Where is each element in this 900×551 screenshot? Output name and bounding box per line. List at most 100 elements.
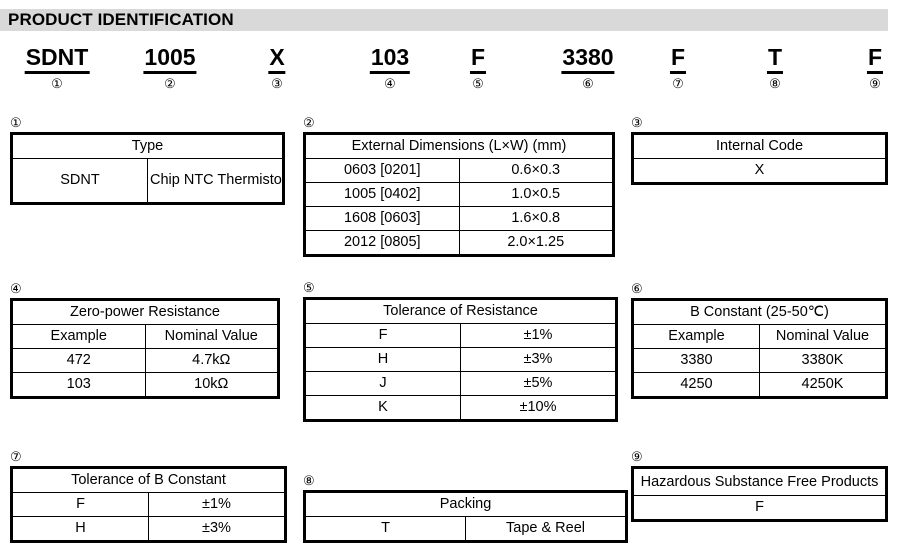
part-number-code: 1005 xyxy=(143,44,197,74)
part-number-index: ② xyxy=(164,76,176,91)
spec-block-tolerance-of-resistance: ⑤ Tolerance of Resistance F ±1% H ±3% J … xyxy=(303,281,618,422)
table-header-cell: Zero-power Resistance xyxy=(11,299,279,325)
column-header-example: Example xyxy=(11,324,146,349)
table-header-cell: Hazardous Substance Free Products xyxy=(632,467,887,496)
part-number-segment-2: 1005 ② xyxy=(143,44,197,92)
row-code: T xyxy=(304,516,466,542)
table-header-row: Tolerance of Resistance xyxy=(304,298,617,324)
row-value: X xyxy=(632,158,887,184)
row-value: F xyxy=(632,495,887,521)
table-row: 1005 [0402] 1.0×0.5 xyxy=(304,182,614,207)
row-value: Tape & Reel xyxy=(465,516,627,542)
row-value: 0.6×0.3 xyxy=(458,158,614,183)
part-number-segment-9: F ⑨ xyxy=(866,44,884,92)
table-row: 3380 3380K xyxy=(632,348,887,373)
page-title: PRODUCT IDENTIFICATION xyxy=(8,10,234,29)
part-number-index: ⑧ xyxy=(769,76,781,91)
row-code: 2012 [0805] xyxy=(304,230,460,256)
row-value: 1.0×0.5 xyxy=(458,182,614,207)
internal-code-table: Internal Code X xyxy=(631,132,888,185)
part-number-code: X xyxy=(268,44,286,74)
row-code: K xyxy=(304,395,461,421)
table-header-row: External Dimensions (L×W) (mm) xyxy=(304,133,614,159)
table-subheader-row: Example Nominal Value xyxy=(632,324,887,349)
row-value: ±5% xyxy=(460,371,617,396)
part-number-code: F xyxy=(866,44,884,74)
row-code: 0603 [0201] xyxy=(304,158,460,183)
tolerance-of-b-constant-table: Tolerance of B Constant F ±1% H ±3% xyxy=(10,466,287,543)
table-row: K ±10% xyxy=(304,395,617,421)
spec-block-zero-power-resistance: ④ Zero-power Resistance Example Nominal … xyxy=(10,282,280,399)
table-row: 1608 [0603] 1.6×0.8 xyxy=(304,206,614,231)
table-row: F ±1% xyxy=(304,323,617,348)
part-number-segment-5: F ⑤ xyxy=(469,44,487,92)
part-number-segment-6: 3380 ⑥ xyxy=(561,44,615,92)
table-row: 4250 4250K xyxy=(632,372,887,398)
block-index: ① xyxy=(10,115,22,130)
block-index: ③ xyxy=(631,115,643,130)
zero-power-resistance-table: Zero-power Resistance Example Nominal Va… xyxy=(10,298,280,399)
table-row: X xyxy=(632,158,887,184)
part-number-breakdown: SDNT ① 1005 ② X ③ 103 ④ F ⑤ 3380 ⑥ F ⑦ T… xyxy=(0,44,900,104)
table-row: T Tape & Reel xyxy=(304,516,627,542)
table-header-row: Zero-power Resistance xyxy=(11,299,279,325)
row-code: 3380 xyxy=(632,348,760,373)
table-header-row: Hazardous Substance Free Products xyxy=(632,467,887,496)
part-number-segment-8: T ⑧ xyxy=(766,44,784,92)
block-index: ⑤ xyxy=(303,280,315,295)
part-number-segment-3: X ③ xyxy=(268,44,286,92)
table-row: F ±1% xyxy=(11,492,286,517)
row-value: 1.6×0.8 xyxy=(458,206,614,231)
row-value: ±1% xyxy=(148,492,286,517)
table-row: 472 4.7kΩ xyxy=(11,348,279,373)
table-row: 103 10kΩ xyxy=(11,372,279,398)
part-number-index: ⑨ xyxy=(869,76,881,91)
table-header-row: Packing xyxy=(304,491,627,517)
row-value: ±3% xyxy=(148,516,286,542)
table-header-row: Internal Code xyxy=(632,133,887,159)
type-table: Type SDNT Chip NTC Thermistor xyxy=(10,132,285,205)
column-header-nominal-value: Nominal Value xyxy=(759,324,887,349)
table-row: 2012 [0805] 2.0×1.25 xyxy=(304,230,614,256)
part-number-segment-1: SDNT ① xyxy=(24,44,90,92)
spec-block-b-constant: ⑥ B Constant (25-50℃) Example Nominal Va… xyxy=(631,282,888,399)
row-value: 2.0×1.25 xyxy=(458,230,614,256)
table-header-row: Tolerance of B Constant xyxy=(11,467,286,493)
external-dimensions-table: External Dimensions (L×W) (mm) 0603 [020… xyxy=(303,132,615,257)
spec-block-hazardous-substance-free: ⑨ Hazardous Substance Free Products F xyxy=(631,450,888,522)
row-value: Chip NTC Thermistor xyxy=(147,158,284,204)
block-index: ⑦ xyxy=(10,449,22,464)
row-code: 103 xyxy=(11,372,146,398)
row-code: F xyxy=(11,492,149,517)
row-value: 4250K xyxy=(759,372,887,398)
column-header-nominal-value: Nominal Value xyxy=(144,324,279,349)
table-header-row: B Constant (25-50℃) xyxy=(632,299,887,325)
part-number-code: 103 xyxy=(369,44,411,74)
table-row: SDNT Chip NTC Thermistor xyxy=(11,158,284,204)
row-value: 10kΩ xyxy=(144,372,279,398)
table-header-cell: Tolerance of Resistance xyxy=(304,298,617,324)
tolerance-of-resistance-table: Tolerance of Resistance F ±1% H ±3% J ±5… xyxy=(303,297,618,422)
packing-table: Packing T Tape & Reel xyxy=(303,490,628,543)
table-row: J ±5% xyxy=(304,371,617,396)
part-number-code: T xyxy=(766,44,784,74)
block-index: ④ xyxy=(10,281,22,296)
part-number-code: F xyxy=(469,44,487,74)
row-code: H xyxy=(304,347,461,372)
part-number-index: ⑥ xyxy=(582,76,594,91)
spec-block-type: ① Type SDNT Chip NTC Thermistor xyxy=(10,116,285,205)
spec-block-external-dimensions: ② External Dimensions (L×W) (mm) 0603 [0… xyxy=(303,116,615,257)
row-value: ±3% xyxy=(460,347,617,372)
row-code: 1608 [0603] xyxy=(304,206,460,231)
table-header-cell: B Constant (25-50℃) xyxy=(632,299,887,325)
part-number-index: ⑤ xyxy=(472,76,484,91)
row-value: ±10% xyxy=(460,395,617,421)
row-code: 1005 [0402] xyxy=(304,182,460,207)
table-header-row: Type xyxy=(11,133,284,159)
row-code: SDNT xyxy=(11,158,148,204)
table-row: F xyxy=(632,495,887,521)
row-code: H xyxy=(11,516,149,542)
table-header-cell: Tolerance of B Constant xyxy=(11,467,286,493)
table-row: H ±3% xyxy=(11,516,286,542)
part-number-segment-7: F ⑦ xyxy=(669,44,687,92)
